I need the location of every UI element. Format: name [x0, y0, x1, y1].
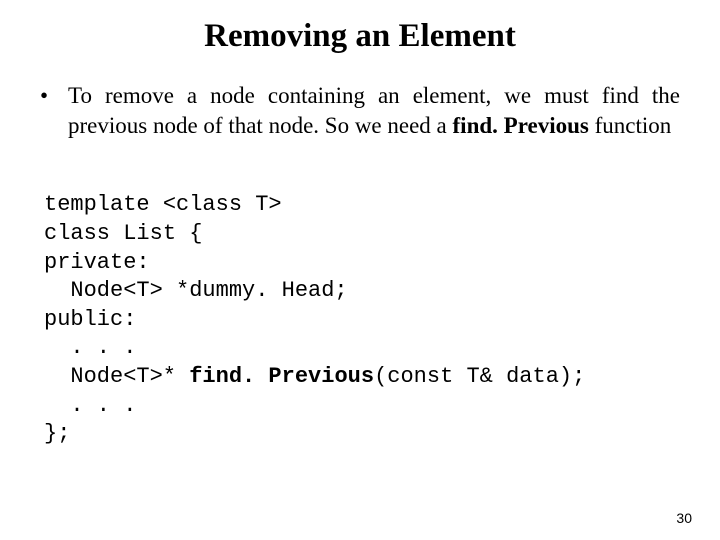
code-line-7-post: (const T& data); — [374, 364, 585, 389]
code-line-3: private: — [44, 250, 150, 275]
code-line-7-bold: find. Previous — [189, 364, 374, 389]
slide-title: Removing an Element — [40, 18, 680, 55]
code-line-9: }; — [44, 421, 70, 446]
bullet-item: • To remove a node containing an element… — [40, 81, 680, 141]
code-line-1: template <class T> — [44, 192, 282, 217]
bullet-text-bold: find. Previous — [453, 113, 589, 138]
slide: Removing an Element • To remove a node c… — [0, 0, 720, 540]
code-block: template <class T> class List { private:… — [44, 163, 680, 478]
code-line-6: . . . — [70, 335, 136, 360]
bullet-text-post: function — [589, 113, 671, 138]
code-line-7-pre: Node<T>* — [70, 364, 189, 389]
page-number: 30 — [676, 510, 692, 526]
code-line-4: Node<T> *dummy. Head; — [70, 278, 347, 303]
bullet-marker: • — [40, 81, 68, 111]
code-line-2: class List { — [44, 221, 202, 246]
code-line-8: . . . — [70, 393, 136, 418]
bullet-text: To remove a node containing an element, … — [68, 81, 680, 141]
code-line-5: public: — [44, 307, 136, 332]
